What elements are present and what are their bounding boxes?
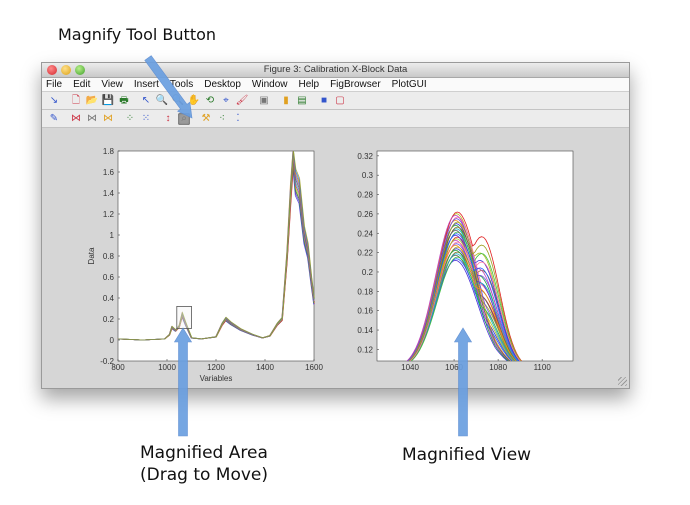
y-tick-label: 1.4 bbox=[103, 189, 115, 198]
x-tick-label: 1600 bbox=[305, 363, 323, 372]
y-tick-label: 1.2 bbox=[103, 210, 115, 219]
y-tick-label: 0.8 bbox=[103, 252, 115, 261]
magnifier-box[interactable] bbox=[176, 305, 192, 329]
y-tick-label: 0.4 bbox=[103, 294, 115, 303]
drag-to-move-label: (Drag to Move) bbox=[140, 465, 269, 485]
y-tick-label: 0.24 bbox=[357, 229, 373, 238]
plot-area bbox=[117, 150, 315, 362]
y-tick-label: 0.14 bbox=[357, 326, 373, 335]
magnify-button-arrow bbox=[144, 55, 193, 119]
full-spectrum-axes: 800 1000 1200 1400 1600-0.200.20.40.60.811.2… bbox=[87, 147, 323, 383]
y-tick-label: 0.28 bbox=[357, 191, 373, 200]
y-tick-label: 1.8 bbox=[103, 147, 115, 156]
y-tick-label: 0.2 bbox=[362, 268, 374, 277]
x-tick-label: 1100 bbox=[534, 363, 552, 372]
x-axis-label: Variables bbox=[200, 374, 233, 383]
magnified-area-label: Magnified Area bbox=[140, 443, 268, 463]
y-axis-label: Data bbox=[87, 247, 96, 264]
x-tick-label: 1040 bbox=[401, 363, 419, 372]
arrow-shape bbox=[144, 55, 193, 119]
figure-canvas: 800 1000 1200 1400 1600-0.200.20.40.60.811.2… bbox=[87, 55, 574, 437]
y-tick-label: 0.22 bbox=[357, 249, 373, 258]
y-tick-label: 1 bbox=[110, 231, 115, 240]
x-tick-label: 1400 bbox=[256, 363, 274, 372]
y-tick-label: 1.6 bbox=[103, 168, 115, 177]
plot-area bbox=[376, 150, 574, 362]
y-tick-label: 0.2 bbox=[103, 315, 115, 324]
y-tick-label: 0 bbox=[110, 336, 115, 345]
y-tick-label: 0.32 bbox=[357, 152, 373, 161]
y-tick-label: 0.6 bbox=[103, 273, 115, 282]
y-tick-label: -0.2 bbox=[100, 357, 114, 366]
y-tick-label: 0.26 bbox=[357, 210, 373, 219]
magnified-area-callout: Magnified Area (Drag to Move) bbox=[140, 442, 268, 486]
y-tick-label: 0.16 bbox=[357, 307, 373, 316]
y-tick-label: 0.3 bbox=[362, 171, 374, 180]
x-tick-label: 1200 bbox=[207, 363, 225, 372]
magnified-view-callout: Magnified View bbox=[402, 445, 532, 465]
y-tick-label: 0.18 bbox=[357, 287, 373, 296]
x-tick-label: 1080 bbox=[489, 363, 507, 372]
y-tick-label: 0.12 bbox=[357, 345, 373, 354]
x-tick-label: 1000 bbox=[158, 363, 176, 372]
